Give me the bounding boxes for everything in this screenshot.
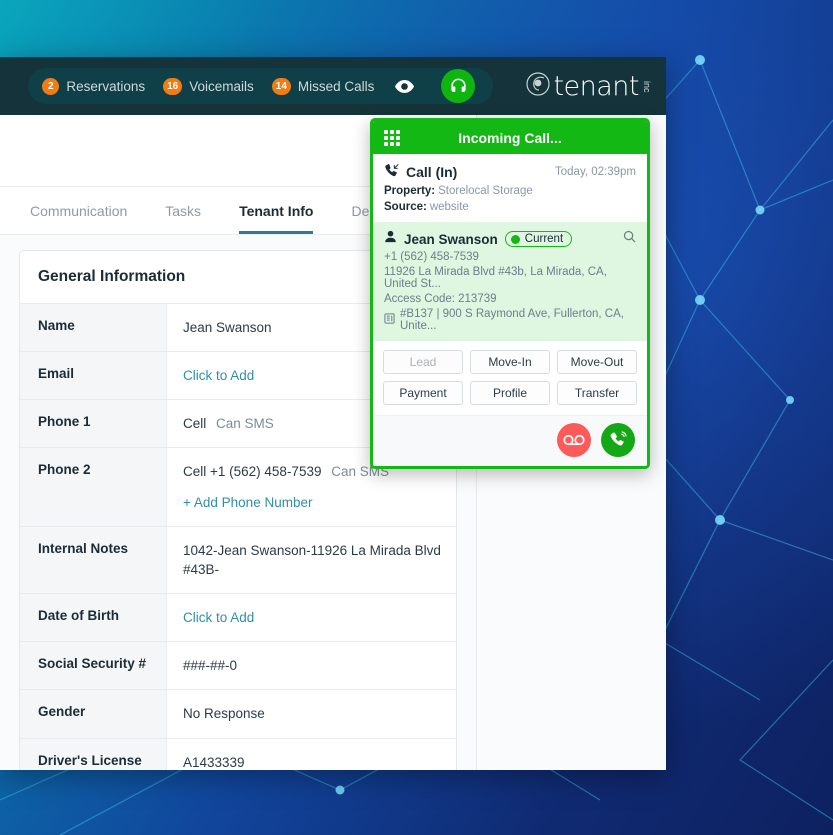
tenant-logomark-icon [525, 71, 551, 102]
notif-voicemails[interactable]: 16 Voicemails [163, 77, 254, 95]
tenant-logo-sub: inc [642, 81, 652, 93]
drag-handle-icon[interactable] [384, 129, 400, 146]
row-label-phone-1: Phone 1 [20, 400, 167, 448]
row-value-internal-notes: 1042-Jean Swanson-11926 La Mirada Blvd #… [183, 542, 441, 577]
source-value: website [429, 201, 469, 213]
dob-click-to-add-link[interactable]: Click to Add [183, 610, 254, 625]
row-label-social-security: Social Security # [20, 642, 167, 690]
move-out-button[interactable]: Move-Out [557, 350, 637, 374]
eye-icon[interactable] [394, 79, 415, 94]
contact-name-row: Jean Swanson Current [384, 230, 636, 248]
missed-calls-count-badge: 14 [271, 77, 291, 95]
phone-1-type: Cell [183, 416, 207, 432]
headset-button[interactable] [441, 69, 476, 103]
call-meta-section: Call (In) Today, 02:39pm Property: Storel… [373, 154, 647, 222]
person-icon [384, 230, 397, 248]
transfer-button[interactable]: Transfer [557, 381, 637, 405]
row-label-email: Email [20, 352, 167, 400]
app-header: 2 Reservations 16 Voicemails 14 Missed C… [0, 57, 666, 115]
contact-address: 11926 La Mirada Blvd #43b, La Mirada, CA… [384, 266, 607, 290]
send-to-voicemail-button[interactable] [557, 423, 591, 457]
phone-2-number: Cell +1 (562) 458-7539 [183, 464, 322, 480]
status-dot-icon [510, 234, 520, 244]
row-label-drivers-license: Driver's License [20, 738, 167, 770]
missed-calls-label: Missed Calls [297, 78, 375, 94]
lead-button[interactable]: Lead [383, 350, 463, 374]
property-row: Property: Storelocal Storage [384, 185, 636, 197]
contact-access-code: Access Code: 213739 [384, 293, 497, 305]
table-row: Social Security # ###-##-0 [20, 642, 456, 691]
tab-communication[interactable]: Communication [30, 203, 127, 234]
row-value-gender: No Response [183, 706, 265, 722]
drivers-license-number: A1433339 [183, 754, 245, 770]
table-row: Driver's License A1433339 CA, United Sta… [20, 738, 456, 770]
call-panel-title: Incoming Call... [458, 129, 562, 146]
source-label: Source: [384, 201, 427, 213]
contact-name: Jean Swanson [404, 231, 498, 247]
voicemails-count-badge: 16 [163, 77, 183, 95]
row-label-date-of-birth: Date of Birth [20, 594, 167, 642]
contact-phone: +1 (562) 458-7539 [384, 251, 479, 263]
call-panel-header: Incoming Call... [373, 121, 647, 154]
notification-pill: 2 Reservations 16 Voicemails 14 Missed C… [28, 68, 494, 104]
row-value-drivers-license: A1433339 CA, United States [167, 739, 456, 770]
call-contact-section: Jean Swanson Current +1 (562) 458-7539 1… [373, 222, 647, 341]
status-badge: Current [504, 231, 573, 247]
call-type-row: Call (In) Today, 02:39pm [384, 163, 636, 181]
tab-tasks[interactable]: Tasks [165, 203, 201, 234]
row-label-phone-2: Phone 2 [20, 448, 167, 526]
property-label: Property: [384, 185, 436, 197]
row-value-date-of-birth: Click to Add [167, 594, 456, 641]
row-label-name: Name [20, 304, 167, 352]
property-value: Storelocal Storage [438, 185, 533, 197]
row-label-internal-notes: Internal Notes [20, 526, 167, 594]
tenant-logo-text: tenant [553, 70, 639, 102]
add-phone-number-link[interactable]: + Add Phone Number [183, 493, 312, 512]
move-in-button[interactable]: Move-In [470, 350, 550, 374]
reservations-count-badge: 2 [42, 77, 60, 95]
row-label-gender: Gender [20, 690, 167, 738]
call-timestamp: Today, 02:39pm [555, 166, 636, 178]
incoming-call-panel: Incoming Call... Call (In) Today, 02:39p… [370, 118, 650, 469]
contact-unit-row: #B137 | 900 S Raymond Ave, Fullerton, CA… [384, 308, 636, 332]
call-type-group: Call (In) [384, 163, 457, 181]
table-row: Internal Notes 1042-Jean Swanson-11926 L… [20, 526, 456, 595]
contact-unit: #B137 | 900 S Raymond Ave, Fullerton, CA… [400, 308, 624, 332]
email-click-to-add-link[interactable]: Click to Add [183, 368, 254, 383]
unit-icon [384, 313, 395, 327]
search-icon[interactable] [623, 230, 636, 248]
table-row: Gender No Response [20, 690, 456, 739]
row-value-social-security: ###-##-0 [183, 658, 238, 674]
payment-button[interactable]: Payment [383, 381, 463, 405]
reservations-label: Reservations [66, 78, 146, 94]
phone-1-sms-flag: Can SMS [216, 416, 274, 432]
notif-reservations[interactable]: 2 Reservations [42, 77, 146, 95]
tenant-logo[interactable]: tenant inc [525, 71, 652, 102]
call-type-label: Call (In) [406, 164, 458, 180]
tab-tenant-info[interactable]: Tenant Info [239, 203, 314, 234]
incoming-call-icon [384, 163, 399, 181]
call-action-buttons: Lead Move-In Move-Out Payment Profile Tr… [373, 341, 647, 415]
answer-call-button[interactable] [601, 423, 635, 457]
voicemails-label: Voicemails [189, 78, 254, 94]
status-badge-label: Current [524, 233, 564, 245]
desktop-background: 2 Reservations 16 Voicemails 14 Missed C… [0, 0, 833, 835]
notif-missed-calls[interactable]: 14 Missed Calls [271, 77, 375, 95]
table-row: Date of Birth Click to Add [20, 594, 456, 643]
source-row: Source: website [384, 201, 636, 213]
call-control-bar [373, 415, 647, 466]
profile-button[interactable]: Profile [470, 381, 550, 405]
